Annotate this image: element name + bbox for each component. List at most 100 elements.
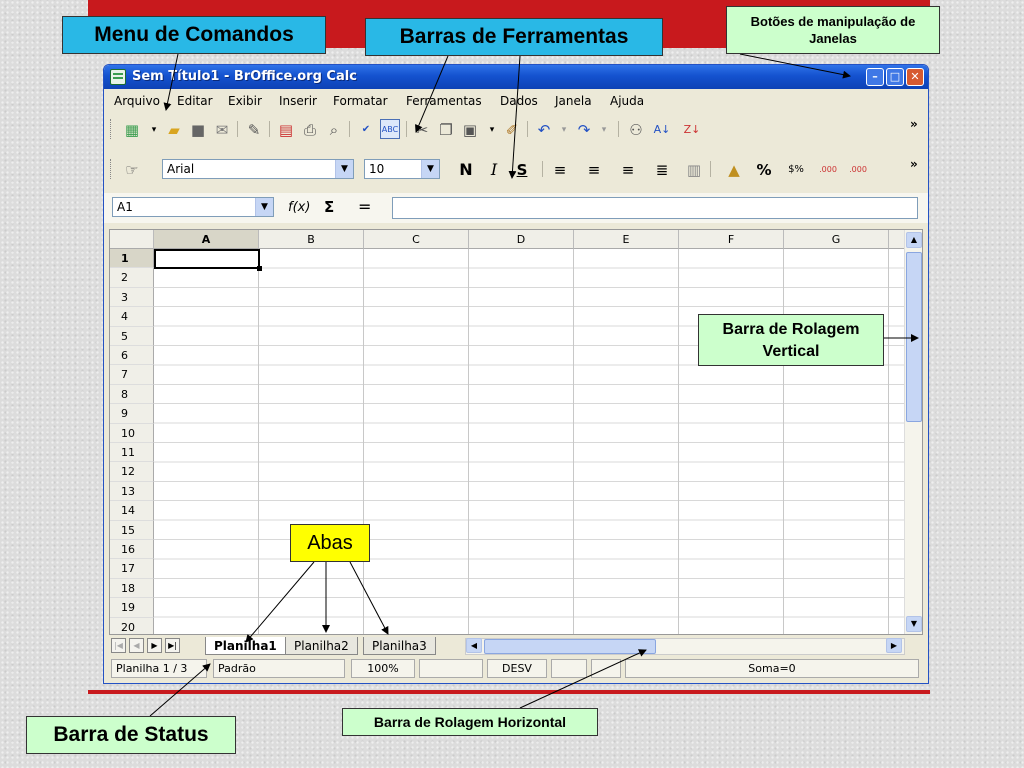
chevron-down-icon[interactable]: ▼ [421, 160, 439, 178]
row-header[interactable]: 19 [110, 598, 154, 618]
row-header[interactable]: 9 [110, 404, 154, 424]
toolbar-more-icon[interactable]: » [910, 157, 918, 171]
row-header[interactable]: 15 [110, 520, 154, 540]
sort-ascending-icon[interactable]: A↓ [652, 119, 672, 139]
add-decimal-button[interactable]: .000 [818, 159, 838, 179]
cut-icon[interactable]: ✂ [412, 119, 432, 139]
row-header[interactable]: 17 [110, 559, 154, 579]
menu-ajuda[interactable]: Ajuda [610, 94, 644, 108]
fill-handle[interactable] [257, 266, 262, 271]
underline-button[interactable]: S [512, 159, 532, 179]
percent-format-button[interactable]: % [754, 159, 774, 179]
row-header[interactable]: 8 [110, 384, 154, 405]
menu-inserir[interactable]: Inserir [279, 94, 317, 108]
row-header[interactable]: 2 [110, 268, 154, 288]
column-header-d[interactable]: D [469, 230, 574, 249]
horizontal-scroll-thumb[interactable] [484, 639, 656, 654]
row-header[interactable]: 16 [110, 540, 154, 560]
menu-exibir[interactable]: Exibir [228, 94, 262, 108]
minimize-button[interactable]: – [866, 68, 884, 86]
chevron-down-icon[interactable]: ▼ [335, 160, 353, 178]
row-header[interactable]: 5 [110, 326, 154, 346]
currency-format-icon[interactable]: ▲ [724, 159, 744, 179]
last-sheet-icon[interactable]: ▶| [165, 638, 180, 653]
paste-icon[interactable]: ▣ [460, 119, 480, 139]
first-sheet-icon[interactable]: |◀ [111, 638, 126, 653]
cell-grid[interactable] [154, 249, 904, 634]
status-mode[interactable]: DESV [487, 659, 547, 678]
tab-planilha3[interactable]: Planilha3 [363, 637, 436, 655]
next-sheet-icon[interactable]: ▶ [147, 638, 162, 653]
redo-dropdown-icon[interactable]: ▾ [594, 119, 614, 139]
column-header-f[interactable]: F [679, 230, 784, 249]
edit-file-icon[interactable]: ✎ [244, 119, 264, 139]
row-header[interactable]: 12 [110, 462, 154, 482]
align-center-icon[interactable]: ≡ [584, 159, 604, 179]
horizontal-scrollbar[interactable]: ◀ ▶ [465, 638, 905, 655]
maximize-button[interactable]: □ [886, 68, 904, 86]
export-pdf-icon[interactable]: ▤ [276, 119, 296, 139]
title-bar[interactable]: Sem Título1 - BrOffice.org Calc – □ ✕ [104, 65, 928, 89]
status-style[interactable]: Padrão [213, 659, 345, 678]
tab-planilha2[interactable]: Planilha2 [285, 637, 358, 655]
new-document-icon[interactable]: ▦ [122, 119, 142, 139]
align-left-icon[interactable]: ≡ [550, 159, 570, 179]
column-header-c[interactable]: C [364, 230, 469, 249]
row-header[interactable]: 3 [110, 287, 154, 308]
row-header[interactable]: 14 [110, 501, 154, 521]
row-header[interactable]: 13 [110, 481, 154, 502]
undo-icon[interactable]: ↶ [534, 119, 554, 139]
tab-planilha1[interactable]: Planilha1 [205, 637, 286, 655]
row-header[interactable]: 7 [110, 365, 154, 385]
formula-input[interactable] [392, 197, 918, 219]
font-size-combo[interactable]: 10 ▼ [364, 159, 440, 179]
toolbar-grip[interactable] [110, 119, 113, 139]
prev-sheet-icon[interactable]: ◀ [129, 638, 144, 653]
autospellcheck-icon[interactable]: ABC [380, 119, 400, 139]
menu-dados[interactable]: Dados [500, 94, 538, 108]
row-header[interactable]: 4 [110, 307, 154, 327]
active-cell-a1[interactable] [154, 249, 260, 269]
equals-button[interactable]: = [358, 197, 371, 216]
menu-arquivo[interactable]: Arquivo [114, 94, 160, 108]
column-header-g[interactable]: G [784, 230, 889, 249]
delete-decimal-button[interactable]: .000 [848, 159, 868, 179]
scroll-left-icon[interactable]: ◀ [466, 638, 482, 653]
styles-icon[interactable]: ☞ [122, 159, 142, 179]
new-dropdown-icon[interactable]: ▾ [144, 119, 164, 139]
undo-dropdown-icon[interactable]: ▾ [554, 119, 574, 139]
row-header[interactable]: 1 [110, 249, 154, 269]
toolbar-more-icon[interactable]: » [910, 117, 918, 131]
row-header[interactable]: 20 [110, 617, 154, 634]
column-header-e[interactable]: E [574, 230, 679, 249]
vertical-scroll-thumb[interactable] [906, 252, 922, 422]
copy-icon[interactable]: ❐ [436, 119, 456, 139]
row-header[interactable]: 10 [110, 423, 154, 443]
menu-ferramentas[interactable]: Ferramentas [406, 94, 482, 108]
merge-cells-icon[interactable]: ▥ [684, 159, 704, 179]
spellcheck-icon[interactable]: ✔ [356, 119, 376, 139]
name-box[interactable]: A1 ▼ [112, 197, 274, 217]
sum-button[interactable]: Σ [324, 198, 334, 216]
font-name-combo[interactable]: Arial ▼ [162, 159, 354, 179]
scroll-right-icon[interactable]: ▶ [886, 638, 902, 653]
status-zoom[interactable]: 100% [351, 659, 415, 678]
chevron-down-icon[interactable]: ▼ [255, 198, 273, 216]
scroll-up-icon[interactable]: ▲ [906, 232, 922, 248]
email-icon[interactable]: ✉ [212, 119, 232, 139]
row-header[interactable]: 18 [110, 578, 154, 599]
menu-formatar[interactable]: Formatar [333, 94, 388, 108]
toolbar-grip[interactable] [110, 159, 113, 179]
bold-button[interactable]: N [456, 159, 476, 179]
standard-format-button[interactable]: $% [784, 159, 808, 179]
select-all-corner[interactable] [110, 230, 154, 249]
open-folder-icon[interactable]: ▰ [164, 119, 184, 139]
sort-descending-icon[interactable]: Z↓ [682, 119, 702, 139]
save-icon[interactable]: ■ [188, 119, 208, 139]
align-right-icon[interactable]: ≡ [618, 159, 638, 179]
row-header[interactable]: 6 [110, 346, 154, 366]
close-button[interactable]: ✕ [906, 68, 924, 86]
vertical-scrollbar[interactable]: ▲ ▼ [904, 230, 922, 634]
scroll-down-icon[interactable]: ▼ [906, 616, 922, 632]
italic-button[interactable]: I [484, 159, 504, 179]
